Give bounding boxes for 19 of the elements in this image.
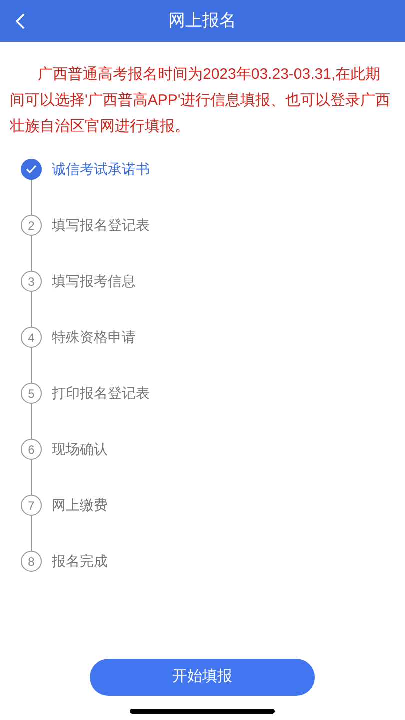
start-button[interactable]: 开始填报 — [90, 659, 315, 696]
step-number: 5 — [21, 383, 42, 404]
step-number: 8 — [21, 551, 42, 572]
step-label: 填写报名登记表 — [52, 216, 150, 235]
back-icon[interactable] — [15, 13, 26, 30]
step-number: 2 — [21, 215, 42, 236]
step-label: 填写报考信息 — [52, 272, 136, 291]
step-label: 网上缴费 — [52, 496, 108, 515]
step-label: 诚信考试承诺书 — [52, 160, 150, 179]
step-number: 3 — [21, 271, 42, 292]
step-label: 报名完成 — [52, 552, 108, 571]
step-number: 6 — [21, 439, 42, 460]
step-label: 特殊资格申请 — [52, 328, 136, 347]
window-title: 网上报名 — [168, 10, 236, 32]
step-label: 现场确认 — [52, 440, 108, 459]
step-number: 4 — [21, 327, 42, 348]
step-number: 7 — [21, 495, 42, 516]
step-label: 打印报名登记表 — [52, 384, 150, 403]
notice-text: 广西普通高考报名时间为2023年03.23-03.31,在此期间可以选择'广西普高APP'进行信息填报、也可以登录广西壮族自治区官网进行填报。 — [9, 65, 392, 137]
